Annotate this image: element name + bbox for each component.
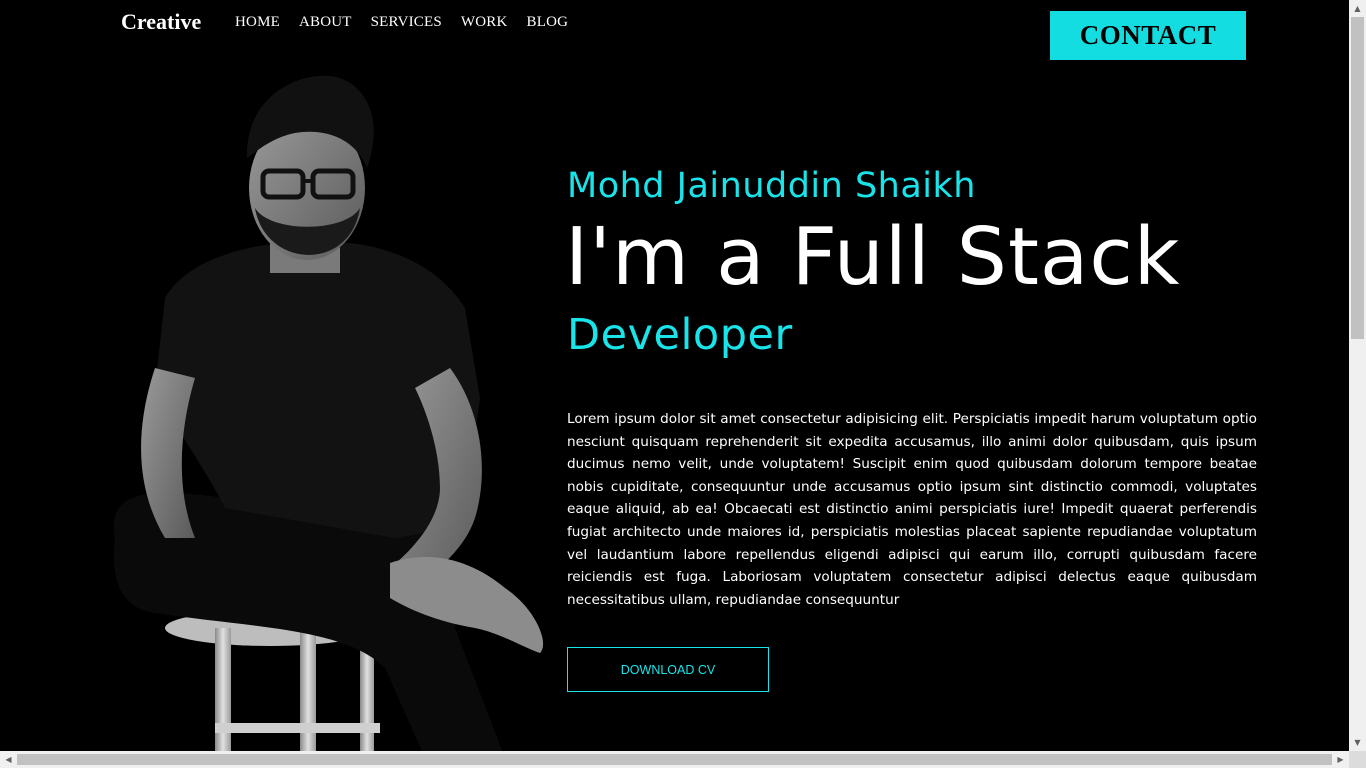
hero-name: Mohd Jainuddin Shaikh <box>567 166 976 206</box>
nav-link-work[interactable]: WORK <box>461 14 508 31</box>
arrow-left-icon[interactable]: ◀ <box>0 751 17 768</box>
vertical-scrollbar[interactable]: ▲ ▼ <box>1349 0 1366 751</box>
arrow-up-icon[interactable]: ▲ <box>1349 0 1366 17</box>
nav-link-blog[interactable]: BLOG <box>527 14 569 31</box>
download-cv-button[interactable]: DOWNLOAD CV <box>567 647 769 692</box>
page-viewport: Creative HOME ABOUT SERVICES WORK BLOG C… <box>0 0 1349 751</box>
horizontal-scroll-thumb[interactable] <box>17 754 1332 765</box>
contact-button[interactable]: CONTACT <box>1050 11 1246 60</box>
hero-description: Lorem ipsum dolor sit amet consectetur a… <box>567 411 1257 608</box>
nav-link-services[interactable]: SERVICES <box>371 14 442 31</box>
nav-link-home[interactable]: HOME <box>235 14 280 31</box>
hero-title: I'm a Full Stack <box>565 211 1181 303</box>
arrow-right-icon[interactable]: ▶ <box>1332 751 1349 768</box>
brand-logo[interactable]: Creative <box>121 9 201 35</box>
profile-photo <box>113 75 544 751</box>
main-nav: HOME ABOUT SERVICES WORK BLOG <box>235 14 568 31</box>
nav-link-about[interactable]: ABOUT <box>299 14 352 31</box>
horizontal-scrollbar[interactable]: ◀ ▶ <box>0 751 1349 768</box>
vertical-scroll-thumb[interactable] <box>1351 17 1364 339</box>
arrow-down-icon[interactable]: ▼ <box>1349 734 1366 751</box>
scrollbar-corner <box>1349 751 1366 768</box>
hero-role: Developer <box>567 310 793 360</box>
